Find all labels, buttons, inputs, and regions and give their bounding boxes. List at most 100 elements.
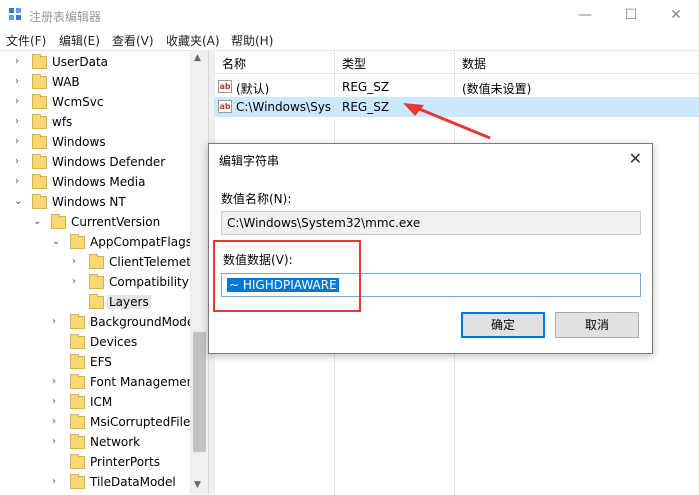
- folder-icon: [32, 194, 47, 209]
- column-header-data[interactable]: 数据: [462, 55, 486, 72]
- menu-edit[interactable]: 编辑(E): [59, 32, 100, 49]
- chevron-right-icon[interactable]: ›: [15, 56, 19, 67]
- tree-item-label: Font Management: [90, 375, 199, 389]
- folder-icon: [32, 94, 47, 109]
- tree-item-wcmsvc[interactable]: › WcmSvc: [0, 93, 200, 113]
- minimize-button[interactable]: —: [562, 0, 608, 30]
- chevron-right-icon[interactable]: ›: [15, 96, 19, 107]
- column-header-type[interactable]: 类型: [342, 55, 366, 72]
- folder-icon: [70, 374, 85, 389]
- tree-item-label: Windows NT: [52, 195, 126, 209]
- chevron-right-icon[interactable]: ›: [52, 376, 56, 387]
- chevron-right-icon[interactable]: ›: [15, 176, 19, 187]
- tree-item-windows[interactable]: › Windows: [0, 133, 200, 153]
- tree-item-label: wfs: [52, 115, 73, 129]
- tree-item-backgroundmodel[interactable]: › BackgroundMode: [0, 313, 200, 333]
- scrollbar-thumb[interactable]: [193, 332, 206, 452]
- folder-icon: [32, 174, 47, 189]
- tree-item-windows-defender[interactable]: › Windows Defender: [0, 153, 200, 173]
- folder-icon: [51, 214, 66, 229]
- folder-icon: [70, 354, 85, 369]
- tree-item-label: BackgroundMode: [90, 315, 195, 329]
- chevron-right-icon[interactable]: ›: [52, 416, 56, 427]
- tree-item-layers[interactable]: Layers: [0, 293, 200, 313]
- tree-item-icm[interactable]: › ICM: [0, 393, 200, 413]
- tree-item-appcompatflags[interactable]: ⌄ AppCompatFlags: [0, 233, 200, 253]
- chevron-right-icon[interactable]: ›: [52, 396, 56, 407]
- tree-item-label: Layers: [107, 295, 151, 309]
- menu-file[interactable]: 文件(F): [6, 32, 46, 49]
- chevron-down-icon[interactable]: ⌄: [52, 236, 60, 247]
- column-header-name[interactable]: 名称: [222, 55, 246, 72]
- chevron-right-icon[interactable]: ›: [52, 436, 56, 447]
- registry-tree: › UserData › WAB › WcmSvc › wfs › Window…: [0, 50, 208, 495]
- tree-item-userdata[interactable]: › UserData: [0, 53, 200, 73]
- chevron-right-icon[interactable]: ›: [15, 136, 19, 147]
- list-header: 名称 类型 数据: [214, 51, 699, 74]
- tree-item-label: PrinterPorts: [90, 455, 160, 469]
- dialog-title: 编辑字符串: [219, 154, 280, 168]
- value-name: C:\Windows\Sys...: [236, 100, 332, 114]
- tree-item-network[interactable]: › Network: [0, 433, 200, 453]
- table-row[interactable]: ab (默认) REG_SZ (数值未设置): [214, 77, 699, 97]
- tree-item-currentversion[interactable]: ⌄ CurrentVersion: [0, 213, 200, 233]
- folder-icon: [32, 134, 47, 149]
- menu-favorites[interactable]: 收藏夹(A): [166, 32, 220, 49]
- cancel-button[interactable]: 取消: [555, 312, 639, 338]
- folder-icon: [70, 314, 85, 329]
- folder-icon: [70, 234, 85, 249]
- tree-scrollbar[interactable]: ▲ ▼: [190, 50, 208, 494]
- tree-item-efs[interactable]: EFS: [0, 353, 200, 373]
- string-value-icon: ab: [218, 80, 232, 93]
- close-window-button[interactable]: ✕: [653, 0, 699, 30]
- tree-item-label: Windows Media: [52, 175, 146, 189]
- folder-icon: [89, 274, 104, 289]
- dialog-close-button[interactable]: ✕: [629, 149, 642, 168]
- chevron-down-icon[interactable]: ⌄: [14, 196, 22, 207]
- folder-icon: [32, 74, 47, 89]
- tree-item-label: CurrentVersion: [71, 215, 161, 229]
- folder-icon: [32, 154, 47, 169]
- tree-item-label: WcmSvc: [52, 95, 104, 109]
- folder-icon: [32, 54, 47, 69]
- tree-item-label: Windows: [52, 135, 106, 149]
- scroll-down-icon[interactable]: ▼: [194, 480, 201, 490]
- tree-item-label: Devices: [90, 335, 138, 349]
- tree-item-label: MsiCorruptedFile: [90, 415, 191, 429]
- tree-item-msicorruptedfile[interactable]: › MsiCorruptedFile: [0, 413, 200, 433]
- ok-button[interactable]: 确定: [461, 312, 545, 338]
- registry-app-icon: [9, 8, 21, 20]
- chevron-right-icon[interactable]: ›: [15, 156, 19, 167]
- tree-item-label: ClientTelemetr: [109, 255, 196, 269]
- menu-view[interactable]: 查看(V): [112, 32, 154, 49]
- folder-icon: [89, 254, 104, 269]
- tree-item-font-management[interactable]: › Font Management: [0, 373, 200, 393]
- folder-icon: [89, 294, 104, 309]
- string-value-icon: ab: [218, 100, 232, 113]
- tree-item-label: Network: [90, 435, 141, 449]
- chevron-right-icon[interactable]: ›: [52, 316, 56, 327]
- tree-item-windows-media[interactable]: › Windows Media: [0, 173, 200, 193]
- chevron-right-icon[interactable]: ›: [72, 276, 76, 287]
- tree-item-label: AppCompatFlags: [90, 235, 192, 249]
- tree-item-wfs[interactable]: › wfs: [0, 113, 200, 133]
- chevron-right-icon[interactable]: ›: [72, 256, 76, 267]
- tree-item-label: TileDataModel: [90, 475, 176, 489]
- menu-help[interactable]: 帮助(H): [231, 32, 273, 49]
- folder-icon: [70, 334, 85, 349]
- maximize-button[interactable]: ☐: [608, 0, 654, 30]
- chevron-down-icon[interactable]: ⌄: [33, 216, 41, 227]
- folder-icon: [70, 454, 85, 469]
- tree-item-tiledatamodel[interactable]: › TileDataModel: [0, 473, 200, 493]
- chevron-right-icon[interactable]: ›: [52, 476, 56, 487]
- tree-item-printerports[interactable]: PrinterPorts: [0, 453, 200, 473]
- tree-item-windows-nt[interactable]: ⌄ Windows NT: [0, 193, 200, 213]
- tree-item-devices[interactable]: Devices: [0, 333, 200, 353]
- chevron-right-icon[interactable]: ›: [15, 76, 19, 87]
- tree-item-compatibility[interactable]: › Compatibility A: [0, 273, 201, 293]
- tree-item-wab[interactable]: › WAB: [0, 73, 200, 93]
- chevron-right-icon[interactable]: ›: [15, 116, 19, 127]
- tree-item-clienttelemetry[interactable]: › ClientTelemetr: [0, 253, 200, 273]
- scroll-up-icon[interactable]: ▲: [194, 53, 201, 63]
- folder-icon: [70, 394, 85, 409]
